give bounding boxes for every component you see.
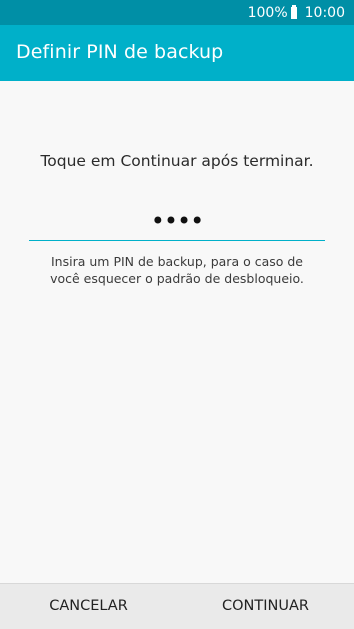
status-bar: 100% 10:00	[0, 0, 354, 25]
battery-full-icon	[290, 4, 297, 19]
pin-hint-line-2: você esquecer o padrão de desbloqueio.	[50, 271, 304, 286]
page-title: Definir PIN de backup	[16, 41, 224, 63]
app-bar: Definir PIN de backup	[0, 25, 354, 81]
status-indicators: 100% 10:00	[248, 4, 345, 21]
pin-hint-line-1: Insira um PIN de backup, para o caso de	[51, 254, 303, 269]
instruction-text: Toque em Continuar após terminar.	[40, 152, 314, 170]
cancel-button[interactable]: CANCELAR	[0, 584, 177, 629]
pin-input[interactable]: ••••	[29, 206, 325, 241]
continue-button[interactable]: CONTINUAR	[177, 584, 354, 629]
status-time: 10:00	[304, 4, 345, 21]
pin-hint: Insira um PIN de backup, para o caso de …	[0, 253, 354, 287]
battery-percent: 100%	[247, 4, 288, 21]
bottom-action-bar: CANCELAR CONTINUAR	[0, 583, 354, 629]
pin-masked-value: ••••	[150, 207, 205, 235]
